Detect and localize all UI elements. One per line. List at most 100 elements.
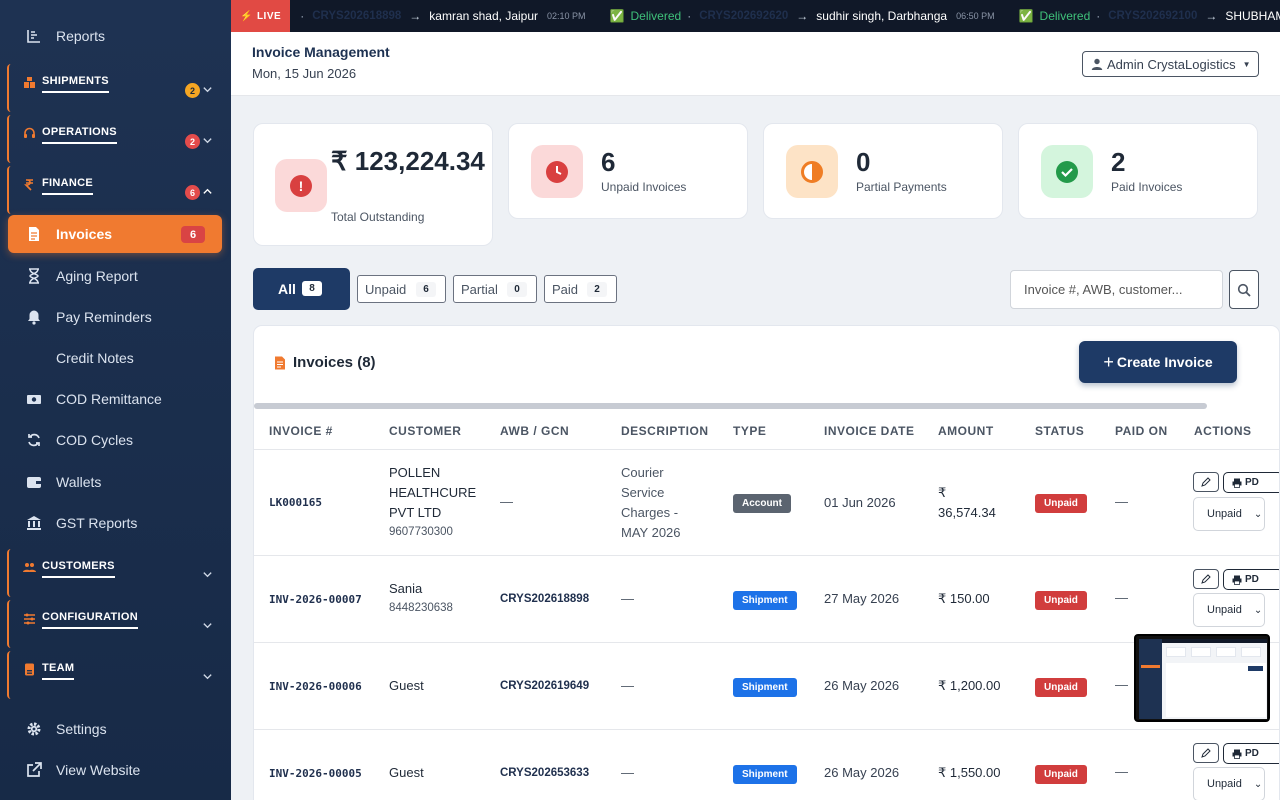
- filter-label: Unpaid: [365, 281, 407, 297]
- type-badge: Shipment: [733, 765, 797, 784]
- screenshot-preview-thumbnail[interactable]: [1134, 634, 1270, 722]
- sidebar-group-configuration[interactable]: CONFIGURATION: [7, 600, 223, 648]
- ticker-awb: CRYS202618898: [312, 10, 402, 22]
- invoice-number[interactable]: INV-2026-00007: [269, 593, 362, 606]
- description-line: Service: [621, 485, 665, 500]
- ticker-awb: CRYS202692620: [699, 10, 789, 22]
- separator-dot: ·: [687, 9, 692, 23]
- type-badge: Shipment: [733, 591, 797, 610]
- ticker-item[interactable]: · CRYS202618898 → kamran shad, Jaipur 02…: [300, 9, 585, 23]
- half-circle-icon: [786, 145, 838, 198]
- sidebar-item-credit-notes[interactable]: Credit Notes: [8, 339, 222, 377]
- sidebar-item-aging-report[interactable]: Aging Report: [8, 257, 222, 295]
- invoice-number[interactable]: INV-2026-00005: [269, 767, 362, 780]
- column-header-invoice[interactable]: INVOICE #: [269, 424, 333, 438]
- description: —: [621, 765, 634, 780]
- ticker-item[interactable]: ✅ Delivered · CRYS202692100 → SHUBHAM, F…: [1019, 9, 1280, 23]
- column-header-awb[interactable]: AWB / GCN: [500, 424, 569, 438]
- ticker-item[interactable]: ✅ Delivered · CRYS202692620 → sudhir sin…: [610, 9, 995, 23]
- pdf-button[interactable]: PD: [1223, 743, 1279, 764]
- customer-name: POLLEN HEALTHCURE PVT LTD: [389, 463, 476, 523]
- column-header-type[interactable]: TYPE: [733, 424, 766, 438]
- filter-tab-paid[interactable]: Paid 2: [544, 275, 617, 303]
- status-badge-text: Unpaid: [1035, 678, 1087, 697]
- sidebar-item-reports[interactable]: Reports: [8, 17, 222, 55]
- paid-on: —: [1115, 590, 1128, 605]
- status-select[interactable]: Unpaid ⌄: [1193, 767, 1265, 800]
- file-invoice-icon: [26, 226, 42, 242]
- search-input[interactable]: Invoice #, AWB, customer...: [1010, 270, 1223, 309]
- sidebar-item-view-website[interactable]: View Website: [8, 751, 222, 789]
- thumbnail-image: [1139, 639, 1267, 719]
- description: —: [621, 678, 634, 693]
- pdf-label: PD: [1245, 477, 1259, 488]
- invoice-number[interactable]: INV-2026-00006: [269, 680, 362, 693]
- status-select[interactable]: Unpaid ⌄: [1193, 593, 1265, 627]
- sidebar-group-operations[interactable]: OPERATIONS 2: [7, 115, 223, 163]
- pdf-label: PD: [1245, 748, 1259, 759]
- invoice-date: 26 May 2026: [824, 678, 900, 693]
- edit-button[interactable]: [1193, 743, 1219, 763]
- filter-tab-partial[interactable]: Partial 0: [453, 275, 537, 303]
- amount: ₹ 1,200.00: [938, 678, 1001, 693]
- sidebar-item-label: COD Remittance: [56, 391, 162, 407]
- sidebar-item-cod-remittance[interactable]: COD Remittance: [8, 380, 222, 418]
- table-row[interactable]: INV-2026-00006 Guest CRYS202619649 — Shi…: [254, 643, 1279, 730]
- sidebar-group-team[interactable]: TEAM: [7, 651, 223, 699]
- sidebar-item-settings[interactable]: Settings: [8, 710, 222, 748]
- edit-button[interactable]: [1193, 569, 1219, 589]
- group-badge: 2: [185, 134, 200, 149]
- awb-value[interactable]: CRYS202653633: [500, 767, 589, 779]
- sidebar-item-invoices[interactable]: Invoices 6: [8, 215, 222, 253]
- paid-on: —: [1115, 494, 1128, 509]
- filter-count: 0: [507, 282, 527, 297]
- table-row[interactable]: LK000165 POLLEN HEALTHCURE PVT LTD 96077…: [254, 450, 1279, 556]
- gear-icon: [26, 721, 42, 737]
- invoice-number[interactable]: LK000165: [269, 496, 322, 509]
- awb-value[interactable]: CRYS202618898: [500, 593, 589, 605]
- refresh-icon: [26, 432, 42, 448]
- sidebar-group-shipments[interactable]: SHIPMENTS 2: [7, 64, 223, 112]
- column-header-actions[interactable]: ACTIONS: [1194, 424, 1252, 438]
- sidebar-item-label: Credit Notes: [56, 350, 134, 366]
- filter-tab-all[interactable]: All 8: [253, 268, 350, 310]
- search-button[interactable]: [1229, 270, 1259, 309]
- sidebar-item-cod-cycles[interactable]: COD Cycles: [8, 421, 222, 459]
- column-header-status[interactable]: STATUS: [1035, 424, 1084, 438]
- pdf-button[interactable]: PD: [1223, 472, 1279, 493]
- filter-tab-unpaid[interactable]: Unpaid 6: [357, 275, 446, 303]
- customer-name-line: POLLEN: [389, 465, 441, 480]
- column-header-customer[interactable]: CUSTOMER: [389, 424, 461, 438]
- wallet-icon: [26, 474, 42, 490]
- group-label: CONFIGURATION: [42, 611, 138, 629]
- awb-value[interactable]: CRYS202619649: [500, 680, 589, 692]
- ticker-status: Delivered: [1039, 9, 1091, 23]
- column-header-invoice-date[interactable]: INVOICE DATE: [824, 424, 914, 438]
- type-badge: Shipment: [733, 678, 797, 697]
- create-invoice-label: Create Invoice: [1116, 354, 1213, 370]
- sidebar-item-pay-reminders[interactable]: Pay Reminders: [8, 298, 222, 336]
- print-icon: [1232, 478, 1242, 488]
- user-menu-button[interactable]: Admin CrystaLogistics ▼: [1082, 51, 1259, 77]
- invoice-date: 27 May 2026: [824, 591, 900, 606]
- column-header-description[interactable]: DESCRIPTION: [621, 424, 709, 438]
- table-row[interactable]: INV-2026-00005 Guest CRYS202653633 — Shi…: [254, 730, 1279, 800]
- edit-button[interactable]: [1193, 472, 1219, 492]
- sidebar-item-wallets[interactable]: Wallets: [8, 463, 222, 501]
- pdf-button[interactable]: PD: [1223, 569, 1279, 590]
- filter-label: Partial: [461, 281, 498, 297]
- table-row[interactable]: INV-2026-00007 Sania 8448230638 CRYS2026…: [254, 556, 1279, 643]
- sidebar-item-gst-reports[interactable]: GST Reports: [8, 504, 222, 542]
- status-select[interactable]: Unpaid ⌄: [1193, 497, 1265, 531]
- column-header-paid-on[interactable]: PAID ON: [1115, 424, 1168, 438]
- sidebar-group-customers[interactable]: CUSTOMERS: [7, 549, 223, 597]
- pdf-label: PD: [1245, 574, 1259, 585]
- type-badge-text: Shipment: [733, 765, 797, 784]
- sidebar-group-finance[interactable]: FINANCE 6: [7, 166, 223, 214]
- id-badge-icon: [23, 663, 36, 676]
- description-line: MAY 2026: [621, 525, 681, 540]
- create-invoice-button[interactable]: + Create Invoice: [1079, 341, 1237, 383]
- edit-icon: [1201, 477, 1211, 487]
- horizontal-scrollbar[interactable]: [254, 403, 1207, 409]
- column-header-amount[interactable]: AMOUNT: [938, 424, 994, 438]
